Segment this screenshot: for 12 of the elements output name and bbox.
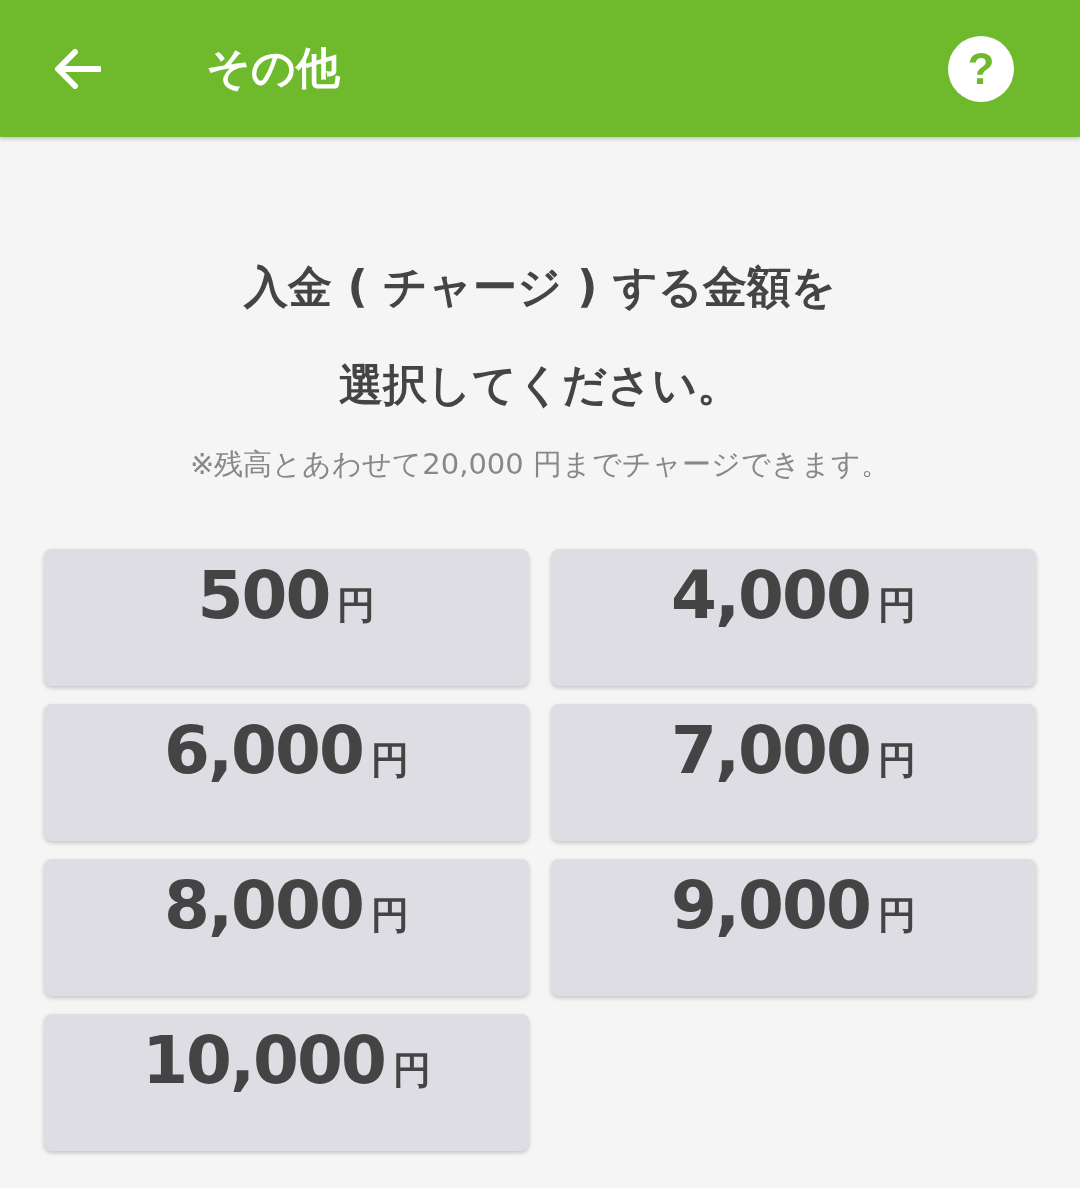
amount-button[interactable]: 10,000 円 xyxy=(44,1014,529,1151)
amount-button[interactable]: 4,000 円 xyxy=(551,549,1036,686)
amount-button[interactable]: 6,000 円 xyxy=(44,704,529,841)
amount-button[interactable]: 500 円 xyxy=(44,549,529,686)
prompt-line: 入金 ( チャージ ) する金額を xyxy=(244,260,836,314)
amount-button[interactable]: 8,000 円 xyxy=(44,859,529,996)
charge-limit-note: ※残高とあわせて20,000 円までチャージできます。 xyxy=(190,446,890,483)
screen-title: その他 xyxy=(206,41,341,95)
prompt-line: 選択してください。 xyxy=(339,358,741,412)
back-arrow-icon xyxy=(53,48,101,89)
amount-button[interactable]: 7,000 円 xyxy=(551,704,1036,841)
amount-button[interactable]: 9,000 円 xyxy=(551,859,1036,996)
